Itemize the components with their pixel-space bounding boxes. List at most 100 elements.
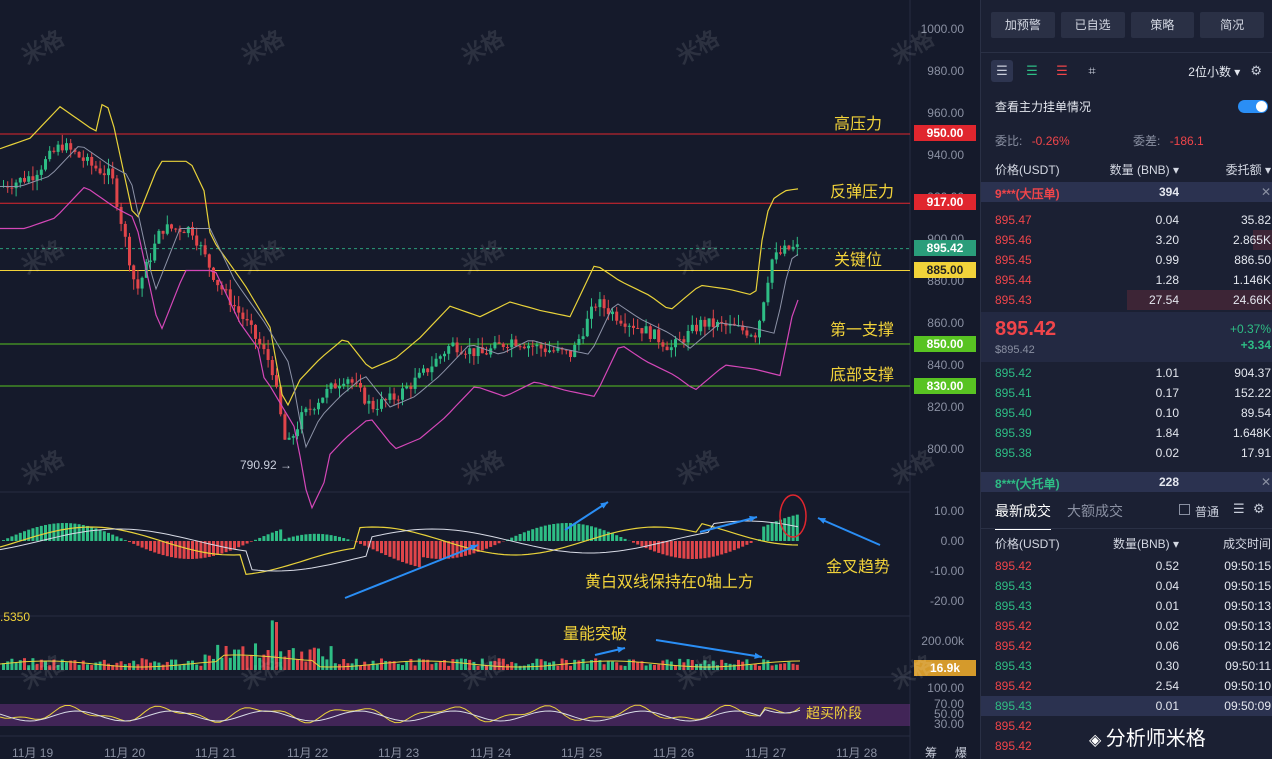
bid-row[interactable]: 895.41 0.17 152.22: [981, 383, 1272, 403]
macd-bar: [434, 541, 438, 559]
big-bid-row[interactable]: 8***(大托单) 228 ✕: [981, 472, 1272, 492]
macd-bar: [455, 541, 459, 558]
watchlist-button[interactable]: 已自选: [1060, 12, 1125, 38]
macd-bar: [153, 541, 157, 553]
candle-body: [392, 393, 396, 400]
candle-body: [39, 169, 43, 175]
candle-body: [699, 319, 703, 332]
trade-qty: 0.02: [1155, 619, 1179, 633]
volume-bar: [522, 665, 526, 670]
trade-row[interactable]: 895.43 0.01 09:50:09: [981, 696, 1272, 716]
macd-bar: [304, 534, 308, 541]
macd-bar: [417, 541, 421, 568]
big-ask-row[interactable]: 9***(大压单) 394 ✕: [981, 182, 1272, 202]
bid-row[interactable]: 895.39 1.84 1.648K: [981, 423, 1272, 443]
macd-bar: [128, 541, 131, 543]
summary-button[interactable]: 简况: [1200, 12, 1264, 38]
candle-body: [552, 350, 556, 352]
liquidation-toggle[interactable]: 爆: [955, 744, 967, 759]
macd-bar: [669, 541, 673, 557]
candle-body: [363, 387, 367, 404]
trade-row[interactable]: 895.43 0.01 09:50:13: [981, 596, 1272, 616]
normal-checkbox[interactable]: [1179, 504, 1190, 515]
candle-body: [308, 408, 312, 410]
macd-bar: [2, 540, 5, 541]
volume-bar: [556, 665, 560, 670]
qty-header[interactable]: 数量 (BNB) ▾: [1110, 161, 1179, 178]
volume-bar: [518, 665, 522, 670]
volume-bar: [510, 661, 514, 670]
bid-row[interactable]: 895.40 0.10 89.54: [981, 403, 1272, 423]
mainforce-toggle[interactable]: [1238, 100, 1268, 113]
macd-bar: [6, 538, 10, 541]
total-header[interactable]: 委托额 ▾: [1226, 161, 1271, 178]
level-tag-917: 917.00: [914, 194, 976, 210]
trade-row[interactable]: 895.43 0.30 09:50:11: [981, 656, 1272, 676]
candle-body: [774, 252, 778, 260]
macd-bar: [623, 538, 627, 541]
x-axis-label: 11月 21: [195, 746, 237, 759]
macd-bar: [384, 541, 388, 556]
asks-only-icon[interactable]: ☰: [1051, 60, 1073, 82]
macd-bar: [724, 541, 728, 554]
close-icon[interactable]: ✕: [1261, 475, 1271, 489]
bid-row[interactable]: 895.42 1.01 904.37: [981, 363, 1272, 383]
brand-footer: ◈ 分析师米格: [1089, 722, 1206, 751]
ask-row[interactable]: 895.46 3.20 2.865K: [981, 230, 1272, 250]
candle-body: [329, 383, 333, 389]
candle-body: [514, 339, 518, 347]
tab-large-trades[interactable]: 大额成交: [1067, 501, 1123, 521]
trade-row[interactable]: 895.42 0.06 09:50:12: [981, 636, 1272, 656]
price-axis-tick: 980.00: [927, 64, 964, 78]
decimals-select[interactable]: 2位小数 ▾: [1188, 63, 1240, 80]
trade-row[interactable]: 895.42 0.02 09:50:13: [981, 616, 1272, 636]
ask-total: 1.146K: [1232, 273, 1271, 287]
volume-bar: [354, 658, 358, 670]
bid-price: 895.42: [995, 366, 1032, 380]
price-chart[interactable]: 1000.00 980.00 960.00 940.00 920.00 900.…: [0, 0, 980, 759]
ask-row[interactable]: 895.45 0.99 886.50: [981, 250, 1272, 270]
filter-icon[interactable]: ☰: [1233, 501, 1245, 517]
bid-row[interactable]: 895.38 0.02 17.91: [981, 443, 1272, 463]
bids-only-icon[interactable]: ☰: [1021, 60, 1043, 82]
bid-total: 89.54: [1240, 406, 1271, 420]
chip-distribution-toggle[interactable]: 筹: [925, 744, 937, 759]
bid-qty: 1.84: [1155, 426, 1179, 440]
ask-row[interactable]: 895.47 0.04 35.82: [981, 210, 1272, 230]
mainforce-link[interactable]: 查看主力挂单情况: [995, 98, 1091, 115]
depth-icon[interactable]: ⌗: [1081, 60, 1103, 82]
both-sides-icon[interactable]: ☰: [991, 60, 1013, 82]
trade-qty: 2.54: [1155, 679, 1179, 693]
trade-row[interactable]: 895.42 2.54 09:50:10: [981, 676, 1272, 696]
candle-body: [594, 306, 598, 308]
tab-latest-trades[interactable]: 最新成交: [995, 501, 1051, 530]
orderbook-header: 价格(USDT) 数量 (BNB) ▾ 委托额 ▾: [981, 158, 1272, 178]
macd-bar: [732, 541, 736, 551]
trade-row[interactable]: 895.43 0.04 09:50:15: [981, 576, 1272, 596]
macd-bar: [237, 541, 241, 548]
price-axis-tick: 840.00: [927, 358, 964, 372]
candle-body: [396, 399, 400, 401]
macd-bar: [787, 516, 791, 541]
volume-bar: [363, 661, 367, 670]
volume-bar: [287, 650, 291, 670]
trade-row[interactable]: 895.42 0.52 09:50:15: [981, 556, 1272, 576]
trades-header: 价格(USDT) 数量(BNB) ▾ 成交时间: [981, 532, 1272, 552]
macd-bar: [270, 532, 274, 541]
trade-qty-header[interactable]: 数量(BNB) ▾: [1113, 535, 1179, 552]
strategy-button[interactable]: 策略: [1130, 12, 1195, 38]
annotation-golden-cross: 金叉趋势: [826, 559, 891, 576]
macd-axis-tick: -20.00: [929, 594, 964, 608]
macd-bar: [296, 535, 299, 541]
macd-bar: [518, 534, 522, 541]
ask-row[interactable]: 895.43 27.54 24.66K: [981, 290, 1272, 310]
add-alert-button[interactable]: 加预警: [991, 12, 1055, 38]
macd-bar: [325, 534, 329, 541]
candle-body: [287, 437, 291, 440]
bid-qty: 0.17: [1155, 386, 1179, 400]
volume-bar: [77, 664, 81, 670]
ask-row[interactable]: 895.44 1.28 1.146K: [981, 270, 1272, 290]
close-icon[interactable]: ✕: [1261, 185, 1271, 199]
gear-icon[interactable]: ⚙: [1253, 501, 1265, 517]
gear-icon[interactable]: ⚙: [1250, 63, 1262, 79]
